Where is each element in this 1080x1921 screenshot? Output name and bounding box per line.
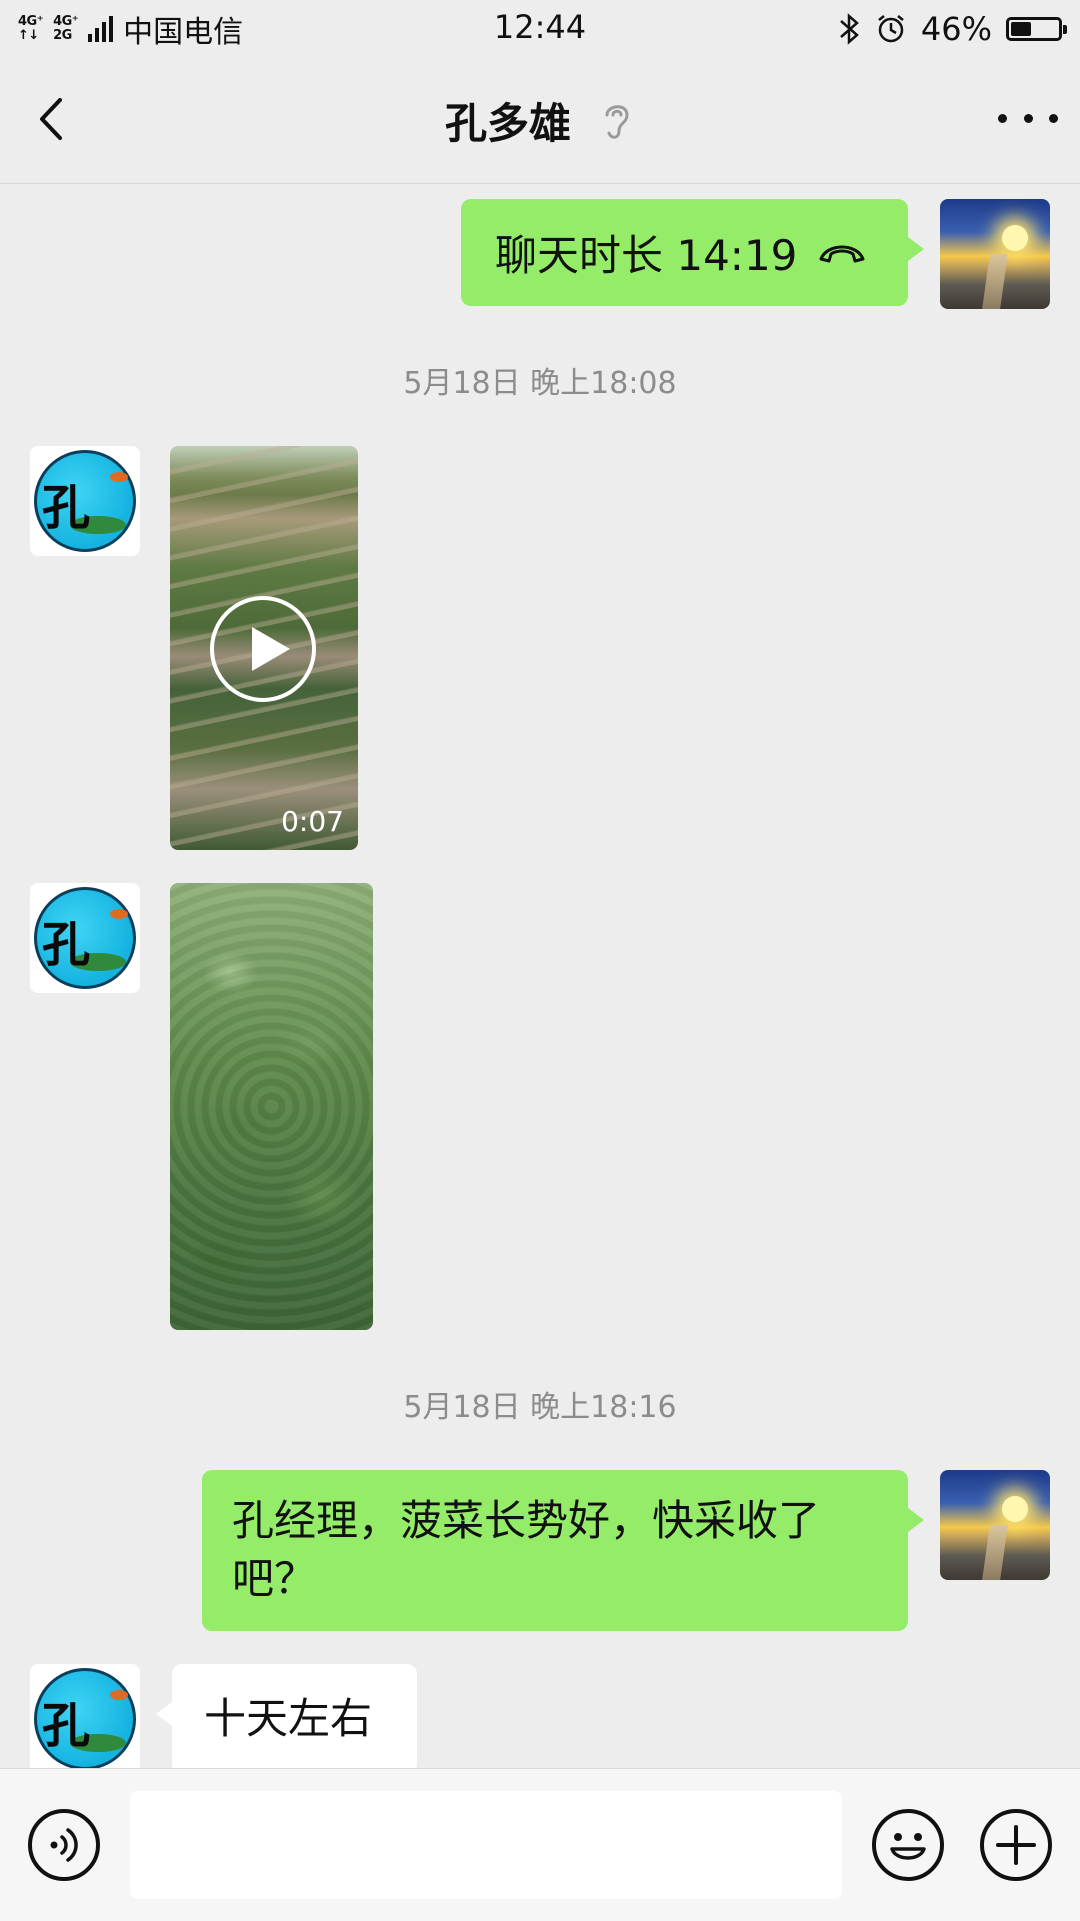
chat-title: 孔多雄 xyxy=(444,99,571,148)
call-record-bubble[interactable]: 聊天时长 14:19 xyxy=(461,199,924,306)
chat-header: 孔多雄 xyxy=(0,58,1080,184)
status-bar: 4G⁺ ↑↓ 4G⁺ 2G 中国电信 12:44 46% xyxy=(0,0,1080,58)
video-message[interactable]: 0:07 xyxy=(170,446,358,850)
avatar-fish xyxy=(110,909,128,919)
earpiece-icon xyxy=(605,104,629,139)
avatar-fish xyxy=(110,1690,128,1700)
avatar-fish xyxy=(110,472,128,482)
voice-icon[interactable] xyxy=(28,1809,100,1881)
video-duration: 0:07 xyxy=(281,805,344,838)
my-avatar[interactable] xyxy=(940,1470,1050,1580)
text-message-other[interactable]: 十天左右 xyxy=(156,1664,417,1774)
emoji-glyph xyxy=(890,1833,926,1860)
my-avatar[interactable] xyxy=(940,199,1050,309)
title-wrap: 孔多雄 xyxy=(0,58,1080,183)
voice-glyph xyxy=(50,1828,78,1862)
emoji-icon[interactable] xyxy=(872,1809,944,1881)
message-line: 吧？ xyxy=(232,1554,317,1603)
more-dot xyxy=(998,113,1007,123)
avatar-character: 孔 xyxy=(42,917,91,973)
status-right: 46% xyxy=(837,8,1067,50)
message-text: 十天左右 xyxy=(204,1694,373,1743)
avatar-character: 孔 xyxy=(42,1698,91,1754)
contact-avatar[interactable]: 孔 xyxy=(30,1664,140,1774)
plus-glyph xyxy=(996,1825,1036,1865)
battery-fill xyxy=(1011,22,1031,36)
plus-icon[interactable] xyxy=(980,1809,1052,1881)
battery-percent: 46% xyxy=(920,10,992,48)
input-bar xyxy=(0,1768,1080,1921)
text-message-mine[interactable]: 孔经理，菠菜长势好，快采收了 吧？ xyxy=(202,1470,924,1631)
call-duration-text: 聊天时长 14:19 xyxy=(495,231,798,280)
image-leaves xyxy=(170,883,373,1330)
more-dot xyxy=(1023,113,1033,123)
image-message[interactable] xyxy=(170,883,373,1330)
message-input[interactable] xyxy=(130,1791,842,1899)
timestamp: 5月18日 晚上18:16 xyxy=(403,1390,677,1425)
phone-hangup-icon xyxy=(819,245,865,262)
timestamp: 5月18日 晚上18:08 xyxy=(403,366,677,401)
contact-avatar[interactable]: 孔 xyxy=(30,883,140,993)
avatar-character: 孔 xyxy=(42,480,91,536)
battery-icon xyxy=(1006,17,1067,41)
bluetooth-icon xyxy=(840,13,859,45)
message-line: 孔经理，菠菜长势好，快采收了 xyxy=(232,1496,821,1545)
play-icon[interactable] xyxy=(210,596,316,702)
more-dot xyxy=(1049,113,1058,123)
more-icon[interactable] xyxy=(998,98,1058,138)
contact-avatar[interactable]: 孔 xyxy=(30,446,140,556)
alarm-icon xyxy=(878,15,904,43)
